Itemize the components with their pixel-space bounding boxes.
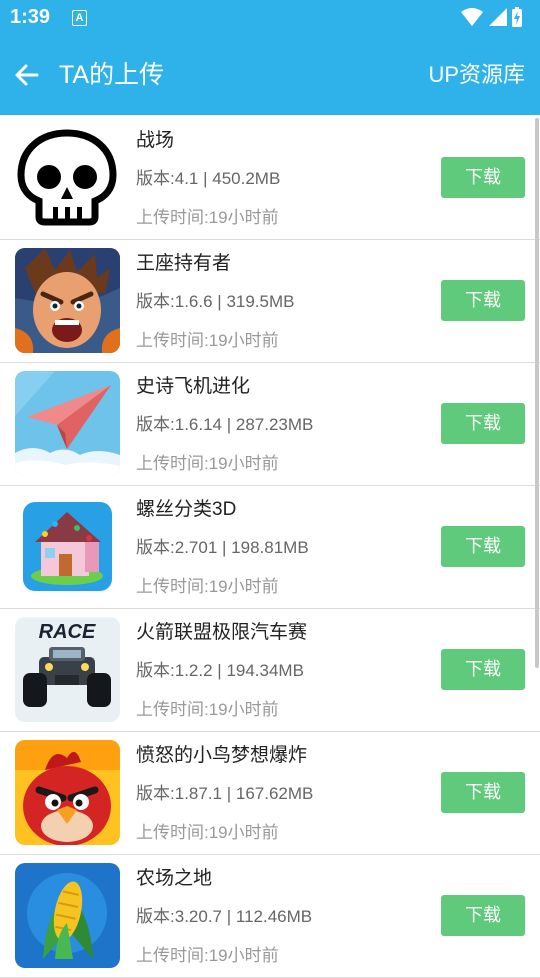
separator: | [217, 661, 222, 680]
separator: | [222, 538, 227, 557]
download-button[interactable]: 下载 [441, 280, 525, 321]
file-size: 287.23MB [235, 415, 314, 434]
separator: | [226, 415, 232, 434]
version-value: 1.6.6 [174, 292, 213, 311]
upload-time: 上传时间:19小时前 [136, 946, 279, 965]
version-prefix: 版本: [136, 415, 175, 434]
status-time: 1:39 [10, 6, 51, 28]
list-item[interactable]: 战场 版本:4.1 | 450.2MB 上传时间:19小时前 下载 [0, 117, 540, 240]
page-title: TA的上传 [59, 61, 165, 89]
version-prefix: 版本: [136, 169, 175, 188]
red-bird-icon [15, 740, 120, 845]
app-meta: 版本:3.20.7 | 112.46MB [136, 904, 312, 930]
file-size: 319.5MB [226, 292, 295, 311]
upload-list: 战场 版本:4.1 | 450.2MB 上传时间:19小时前 下载 王座持有者 … [0, 117, 540, 978]
app-meta: 版本:1.87.1 | 167.62MB [136, 781, 313, 807]
upload-time: 上传时间:19小时前 [136, 454, 279, 473]
paper-plane-icon [15, 371, 120, 476]
corn-icon [15, 863, 120, 968]
back-arrow-icon[interactable] [10, 58, 44, 92]
app-name: 螺丝分类3D [136, 499, 237, 520]
app-name: 火箭联盟极限汽车赛 [136, 622, 308, 643]
app-meta: 版本:1.6.6 | 319.5MB [136, 289, 294, 315]
app-name: 农场之地 [136, 868, 213, 889]
app-name: 愤怒的小鸟梦想爆炸 [136, 745, 308, 766]
version-value: 4.1 [174, 169, 199, 188]
file-size: 194.34MB [226, 661, 304, 680]
upload-time: 上传时间:19小时前 [136, 331, 279, 350]
list-item[interactable]: 螺丝分类3D 版本:2.701 | 198.81MB 上传时间:19小时前 下载 [0, 486, 540, 609]
upload-time: 上传时间:19小时前 [136, 577, 279, 596]
download-button[interactable]: 下载 [441, 649, 525, 690]
status-icons [461, 7, 522, 27]
version-prefix: 版本: [136, 907, 175, 926]
version-prefix: 版本: [136, 292, 175, 311]
app-meta: 版本:4.1 | 450.2MB [136, 166, 280, 192]
angry-hero-icon [15, 248, 120, 353]
file-size: 167.62MB [235, 784, 314, 803]
list-item[interactable]: 史诗飞机进化 版本:1.6.14 | 287.23MB 上传时间:19小时前 下… [0, 363, 540, 486]
version-value: 1.87.1 [174, 784, 222, 803]
app-bar: TA的上传 UP资源库 [0, 36, 540, 115]
toy-house-icon [15, 494, 120, 599]
up-library-link[interactable]: UP资源库 [428, 58, 525, 92]
app-meta: 版本:1.6.14 | 287.23MB [136, 412, 313, 438]
download-button[interactable]: 下载 [441, 895, 525, 936]
file-size: 450.2MB [212, 169, 281, 188]
list-item[interactable]: RACE 火箭联盟极限汽车赛 版本:1.2.2 | 194.34MB 上传时间:… [0, 609, 540, 732]
app-name: 史诗飞机进化 [136, 376, 251, 397]
file-size: 198.81MB [231, 538, 309, 557]
download-button[interactable]: 下载 [441, 526, 525, 567]
version-prefix: 版本: [136, 661, 175, 680]
version-prefix: 版本: [136, 784, 175, 803]
wifi-icon [461, 8, 483, 26]
upload-time: 上传时间:19小时前 [136, 208, 279, 227]
upload-time: 上传时间:19小时前 [136, 700, 279, 719]
notification-icon: A [72, 10, 87, 26]
app-meta: 版本:1.2.2 | 194.34MB [136, 658, 304, 684]
upload-time: 上传时间:19小时前 [136, 823, 279, 842]
scrollbar[interactable] [535, 118, 539, 668]
download-button[interactable]: 下载 [441, 403, 525, 444]
race-logo-text: RACE [39, 621, 96, 643]
separator: | [203, 169, 208, 188]
version-value: 3.20.7 [174, 907, 222, 926]
app-name: 战场 [136, 130, 175, 151]
download-button[interactable]: 下载 [441, 157, 525, 198]
version-value: 1.2.2 [174, 661, 213, 680]
version-value: 2.701 [174, 538, 218, 557]
list-item[interactable]: 王座持有者 版本:1.6.6 | 319.5MB 上传时间:19小时前 下载 [0, 240, 540, 363]
status-bar: 1:39 A [0, 0, 540, 36]
skull-icon [15, 125, 120, 230]
battery-icon [512, 7, 522, 27]
app-name: 王座持有者 [136, 253, 232, 274]
signal-icon [489, 8, 507, 26]
separator: | [226, 907, 232, 926]
separator: | [226, 784, 232, 803]
version-prefix: 版本: [136, 538, 175, 557]
app-meta: 版本:2.701 | 198.81MB [136, 535, 309, 561]
separator: | [217, 292, 222, 311]
version-value: 1.6.14 [174, 415, 222, 434]
file-size: 112.46MB [235, 907, 313, 926]
list-item[interactable]: 愤怒的小鸟梦想爆炸 版本:1.87.1 | 167.62MB 上传时间:19小时… [0, 732, 540, 855]
race-truck-icon: RACE [15, 617, 120, 722]
download-button[interactable]: 下载 [441, 772, 525, 813]
